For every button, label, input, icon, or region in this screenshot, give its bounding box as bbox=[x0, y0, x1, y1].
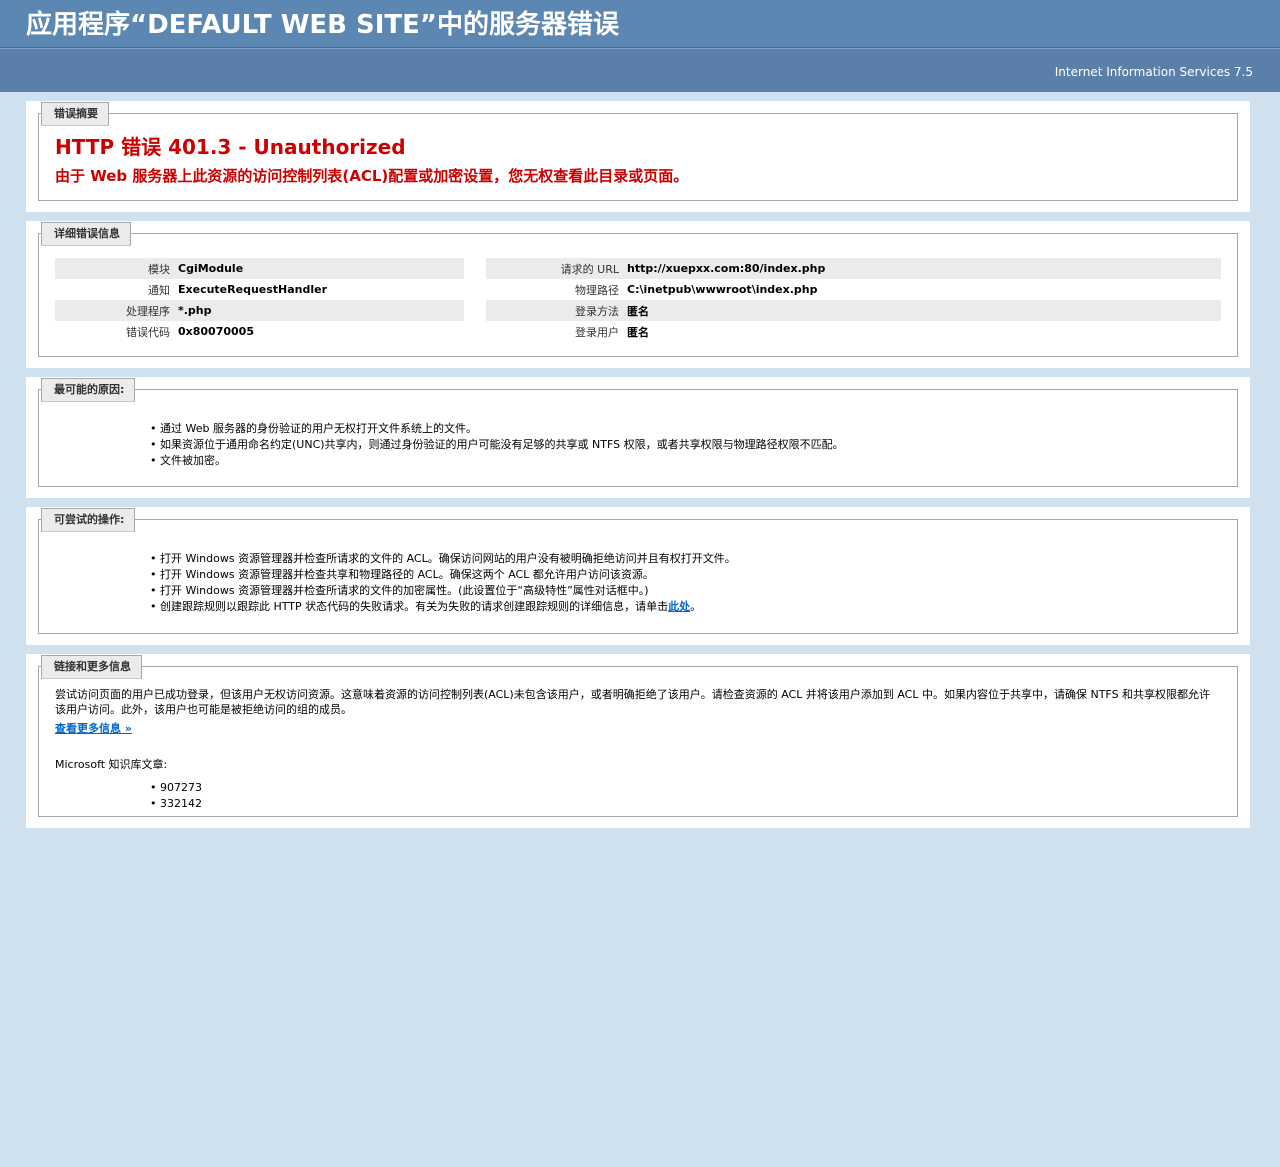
details-panel: 详细错误信息 模块 CgiModule 通知 ExecuteRequestHan… bbox=[26, 221, 1250, 368]
detail-row-notification: 通知 ExecuteRequestHandler bbox=[55, 279, 464, 300]
list-item: 创建跟踪规则以跟踪此 HTTP 状态代码的失败请求。有关为失败的请求创建跟踪规则… bbox=[150, 599, 1221, 615]
here-link[interactable]: 此处 bbox=[668, 600, 690, 613]
detail-value: http://xuepxx.com:80/index.php bbox=[627, 262, 826, 275]
kb-list: 907273 332142 bbox=[55, 780, 1221, 812]
page-title: 应用程序“DEFAULT WEB SITE”中的服务器错误 bbox=[26, 10, 619, 40]
detail-row-logon-method: 登录方法 匿名 bbox=[486, 300, 1221, 321]
detail-value: 0x80070005 bbox=[178, 325, 254, 338]
server-name: Internet Information Services 7.5 bbox=[1054, 65, 1253, 79]
detail-row-logon-user: 登录用户 匿名 bbox=[486, 321, 1221, 342]
list-item-text: 创建跟踪规则以跟踪此 HTTP 状态代码的失败请求。有关为失败的请求创建跟踪规则… bbox=[160, 600, 669, 613]
actions-legend: 可尝试的操作: bbox=[41, 508, 136, 532]
detail-value: 匿名 bbox=[627, 304, 649, 318]
list-item: 打开 Windows 资源管理器并检查所请求的文件的加密属性。(此设置位于“高级… bbox=[150, 583, 1221, 599]
detail-label: 模块 bbox=[148, 262, 170, 276]
causes-panel: 最可能的原因: 通过 Web 服务器的身份验证的用户无权打开文件系统上的文件。 … bbox=[26, 377, 1250, 498]
list-item: 如果资源位于通用命名约定(UNC)共享内，则通过身份验证的用户可能没有足够的共享… bbox=[150, 437, 1221, 453]
causes-list: 通过 Web 服务器的身份验证的用户无权打开文件系统上的文件。 如果资源位于通用… bbox=[55, 421, 1221, 469]
error-description: 由于 Web 服务器上此资源的访问控制列表(ACL)配置或加密设置，您无权查看此… bbox=[55, 167, 689, 185]
kb-label: Microsoft 知识库文章: bbox=[55, 758, 168, 771]
detail-row-error-code: 错误代码 0x80070005 bbox=[55, 321, 464, 342]
details-left-column: 模块 CgiModule 通知 ExecuteRequestHandler 处理… bbox=[55, 258, 464, 342]
kb-item: 332142 bbox=[150, 796, 1221, 812]
causes-legend: 最可能的原因: bbox=[41, 378, 136, 402]
detail-label: 通知 bbox=[148, 283, 170, 297]
actions-panel: 可尝试的操作: 打开 Windows 资源管理器并检查所请求的文件的 ACL。确… bbox=[26, 507, 1250, 645]
list-item: 通过 Web 服务器的身份验证的用户无权打开文件系统上的文件。 bbox=[150, 421, 1221, 437]
detail-label: 登录用户 bbox=[575, 325, 619, 339]
list-item-end: 。 bbox=[690, 600, 702, 613]
list-item: 打开 Windows 资源管理器并检查所请求的文件的 ACL。确保访问网站的用户… bbox=[150, 551, 1221, 567]
detail-row-requested-url: 请求的 URL http://xuepxx.com:80/index.php bbox=[486, 258, 1221, 279]
error-title: HTTP 错误 401.3 - Unauthorized bbox=[55, 135, 406, 159]
detail-value: ExecuteRequestHandler bbox=[178, 283, 328, 296]
causes-box: 最可能的原因: 通过 Web 服务器的身份验证的用户无权打开文件系统上的文件。 … bbox=[38, 378, 1238, 487]
view-more-info-link[interactable]: 查看更多信息 » bbox=[55, 722, 132, 735]
summary-box: 错误摘要 HTTP 错误 401.3 - Unauthorized 由于 Web… bbox=[38, 102, 1238, 201]
detail-row-physical-path: 物理路径 C:\inetpub\wwwroot\index.php bbox=[486, 279, 1221, 300]
list-item: 打开 Windows 资源管理器并检查共享和物理路径的 ACL。确保这两个 AC… bbox=[150, 567, 1221, 583]
content-area: 错误摘要 HTTP 错误 401.3 - Unauthorized 由于 Web… bbox=[0, 92, 1280, 828]
details-box: 详细错误信息 模块 CgiModule 通知 ExecuteRequestHan… bbox=[38, 222, 1238, 357]
kb-item: 907273 bbox=[150, 780, 1221, 796]
details-right-column: 请求的 URL http://xuepxx.com:80/index.php 物… bbox=[486, 258, 1221, 342]
detail-label: 登录方法 bbox=[575, 304, 619, 318]
details-legend: 详细错误信息 bbox=[41, 222, 131, 246]
summary-legend: 错误摘要 bbox=[41, 102, 109, 126]
actions-box: 可尝试的操作: 打开 Windows 资源管理器并检查所请求的文件的 ACL。确… bbox=[38, 508, 1238, 634]
detail-label: 请求的 URL bbox=[560, 262, 619, 276]
more-info-panel: 链接和更多信息 尝试访问页面的用户已成功登录，但该用户无权访问资源。这意味着资源… bbox=[26, 654, 1250, 828]
summary-panel: 错误摘要 HTTP 错误 401.3 - Unauthorized 由于 Web… bbox=[26, 101, 1250, 212]
detail-label: 错误代码 bbox=[126, 325, 170, 339]
subheader-bar: Internet Information Services 7.5 bbox=[0, 48, 1280, 92]
detail-value: CgiModule bbox=[178, 262, 244, 275]
detail-label: 物理路径 bbox=[575, 283, 619, 297]
actions-list: 打开 Windows 资源管理器并检查所请求的文件的 ACL。确保访问网站的用户… bbox=[55, 551, 1221, 615]
more-info-box: 链接和更多信息 尝试访问页面的用户已成功登录，但该用户无权访问资源。这意味着资源… bbox=[38, 655, 1238, 817]
detail-value: 匿名 bbox=[627, 325, 649, 339]
detail-value: C:\inetpub\wwwroot\index.php bbox=[627, 283, 818, 296]
header-bar: 应用程序“DEFAULT WEB SITE”中的服务器错误 bbox=[0, 0, 1280, 48]
detail-label: 处理程序 bbox=[126, 304, 170, 318]
more-info-text: 尝试访问页面的用户已成功登录，但该用户无权访问资源。这意味着资源的访问控制列表(… bbox=[55, 688, 1211, 716]
detail-row-handler: 处理程序 *.php bbox=[55, 300, 464, 321]
list-item: 文件被加密。 bbox=[150, 453, 1221, 469]
detail-value: *.php bbox=[178, 304, 212, 317]
detail-row-module: 模块 CgiModule bbox=[55, 258, 464, 279]
more-info-legend: 链接和更多信息 bbox=[41, 655, 142, 679]
